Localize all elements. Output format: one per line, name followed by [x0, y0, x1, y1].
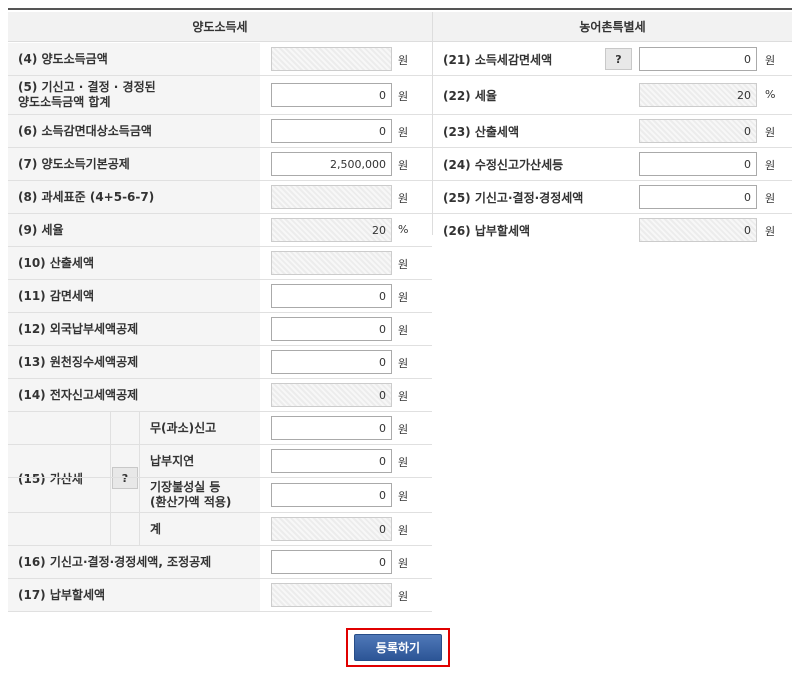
unit: 원 [765, 54, 776, 67]
row-withholding-credit: (13) 원천징수세액공제 원 [8, 346, 432, 379]
row-rural-tax-payable: (26) 납부할세액 원 [433, 214, 792, 247]
sub-label: 무(과소)신고 [140, 412, 260, 444]
row-basic-deduction: (7) 양도소득기본공제 원 [8, 148, 432, 181]
row-label: (5) 기신고 · 결정 · 경정된 양도소득금액 합계 [8, 76, 260, 114]
unit: 원 [398, 54, 409, 67]
header-special-rural-tax: 농어촌특별세 [433, 12, 792, 42]
row-tax-base: (8) 과세표준 (4+5-6-7) 원 [8, 181, 432, 214]
row-penalty-nonfiling: 무(과소)신고 원 [8, 412, 432, 445]
row-transfer-income: (4) 양도소득금액 원 [8, 43, 432, 76]
tax-form-table: 양도소득세 농어촌특별세 (4) 양도소득금액 원 (5) 기신고 · 결정 ·… [8, 8, 792, 612]
penalty-late-payment-input[interactable] [271, 449, 392, 473]
row-label: (26) 납부할세액 [443, 224, 531, 238]
row-label: (13) 원천징수세액공제 [8, 346, 260, 378]
row-label: (17) 납부할세액 [8, 579, 260, 611]
basic-deduction-input[interactable] [271, 152, 392, 176]
row-prior-income-sum: (5) 기신고 · 결정 · 경정된 양도소득금액 합계 원 [8, 76, 432, 115]
row-label: (23) 산출세액 [443, 124, 520, 139]
unit: 원 [398, 456, 409, 469]
unit: % [398, 223, 409, 236]
unit: 원 [398, 90, 409, 103]
calculated-tax-input[interactable] [271, 251, 392, 275]
unit: 원 [398, 557, 409, 570]
row-rural-prior-tax: (25) 기신고·결정·경정세액 원 [433, 181, 792, 214]
unit: 원 [398, 490, 409, 503]
foreign-tax-credit-input[interactable] [271, 317, 392, 341]
register-button[interactable]: 등록하기 [354, 634, 442, 661]
row-label: (11) 감면세액 [8, 280, 260, 312]
row-label: (6) 소득감면대상소득금액 [8, 115, 260, 147]
reduction-tax-input[interactable] [271, 284, 392, 308]
row-penalty-late-payment: 납부지연 원 [8, 445, 432, 478]
tax-rate-input[interactable] [271, 218, 392, 242]
row-label: (10) 산출세액 [8, 247, 260, 279]
row-reduction-tax: (11) 감면세액 원 [8, 280, 432, 313]
rural-tax-rate-input[interactable] [639, 83, 757, 107]
row-label: (7) 양도소득기본공제 [8, 148, 260, 180]
unit: % [765, 88, 776, 101]
prior-tax-adjustment-input[interactable] [271, 550, 392, 574]
row-label: (16) 기신고·결정·경정세액, 조정공제 [8, 546, 260, 578]
sub-label: 납부지연 [140, 445, 260, 477]
unit: 원 [398, 126, 409, 139]
row-label: (4) 양도소득금액 [8, 43, 260, 75]
row-rural-calculated-tax: (23) 산출세액 원 [433, 115, 792, 148]
rural-prior-tax-input[interactable] [639, 185, 757, 209]
withholding-credit-input[interactable] [271, 350, 392, 374]
transfer-income-input[interactable] [271, 47, 392, 71]
reduction-target-income-input[interactable] [271, 119, 392, 143]
unit: 원 [765, 126, 776, 139]
row-income-tax-reduction: (21) 소득세감면세액 ? 원 [433, 43, 792, 76]
row-e-filing-credit: (14) 전자신고세액공제 원 [8, 379, 432, 412]
row-label: (25) 기신고·결정·경정세액 [443, 190, 584, 205]
unit: 원 [398, 357, 409, 370]
unit: 원 [398, 324, 409, 337]
unit: 원 [398, 291, 409, 304]
submit-highlight: 등록하기 [346, 628, 450, 667]
unit: 원 [398, 390, 409, 403]
unit: 원 [398, 524, 409, 537]
row-label: (22) 세율 [443, 88, 497, 103]
row-penalty-bookkeeping: 기장불성실 등 (환산가액 적용) 원 [8, 478, 432, 513]
unit: 원 [765, 225, 776, 238]
row-foreign-tax-credit: (12) 외국납부세액공제 원 [8, 313, 432, 346]
amended-penalty-input[interactable] [639, 152, 757, 176]
unit: 원 [398, 590, 409, 603]
row-reduction-target-income: (6) 소득감면대상소득금액 원 [8, 115, 432, 148]
row-label: (24) 수정신고가산세등 [443, 157, 564, 172]
unit: 원 [398, 159, 409, 172]
income-tax-reduction-help-button[interactable]: ? [605, 48, 632, 70]
row-calculated-tax: (10) 산출세액 원 [8, 247, 432, 280]
unit: 원 [398, 192, 409, 205]
unit: 원 [398, 258, 409, 271]
row-tax-payable: (17) 납부할세액 원 [8, 579, 432, 612]
row-label: (21) 소득세감면세액 [443, 52, 553, 67]
row-label: (9) 세율 [8, 214, 260, 246]
rural-calculated-tax-input[interactable] [639, 119, 757, 143]
row-penalty-total: 계 원 [8, 513, 432, 546]
penalty-nonfiling-input[interactable] [271, 416, 392, 440]
sub-label: 기장불성실 등 (환산가액 적용) [140, 478, 260, 512]
unit: 원 [765, 192, 776, 205]
penalty-bookkeeping-input[interactable] [271, 483, 392, 507]
row-rural-tax-rate: (22) 세율 % [433, 76, 792, 115]
row-prior-tax-adjustment: (16) 기신고·결정·경정세액, 조정공제 원 [8, 546, 432, 579]
row-label: (12) 외국납부세액공제 [8, 313, 260, 345]
rural-tax-payable-input[interactable] [639, 218, 757, 242]
tax-base-input[interactable] [271, 185, 392, 209]
row-label: (8) 과세표준 (4+5-6-7) [8, 181, 260, 213]
penalty-total-input[interactable] [271, 517, 392, 541]
e-filing-credit-input[interactable] [271, 383, 392, 407]
row-label: (14) 전자신고세액공제 [8, 379, 260, 411]
unit: 원 [398, 423, 409, 436]
tax-payable-input[interactable] [271, 583, 392, 607]
header-capital-gains-tax: 양도소득세 [8, 12, 432, 42]
row-amended-penalty: (24) 수정신고가산세등 원 [433, 148, 792, 181]
prior-income-sum-input[interactable] [271, 83, 392, 107]
unit: 원 [765, 159, 776, 172]
row-tax-rate: (9) 세율 % [8, 214, 432, 247]
income-tax-reduction-input[interactable] [639, 47, 757, 71]
sub-label: 계 [140, 513, 260, 545]
